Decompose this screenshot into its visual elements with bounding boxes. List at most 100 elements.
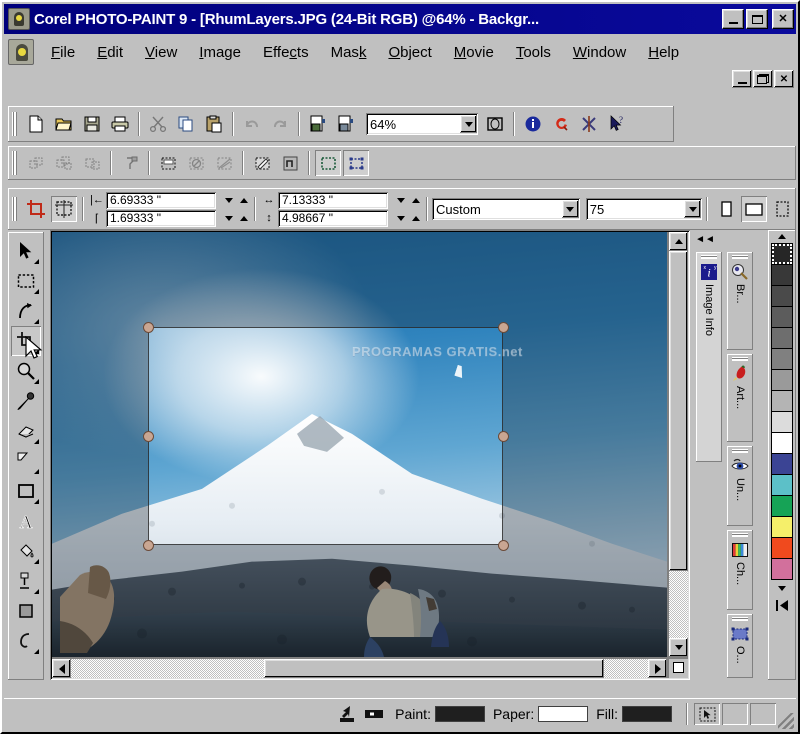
mdi-minimize-button[interactable] — [732, 70, 752, 88]
palette-swatch-1[interactable] — [771, 264, 793, 286]
docker-grip[interactable] — [732, 449, 748, 454]
mask-rectangle-tool[interactable] — [11, 266, 41, 296]
paint-color-swatch[interactable] — [434, 706, 485, 722]
hscroll-left-button[interactable] — [52, 659, 71, 678]
crop-width-field[interactable]: 7.13333 " — [278, 191, 388, 209]
spin-up-icon[interactable] — [409, 194, 422, 207]
mask-node-edit-icon[interactable] — [343, 150, 369, 176]
save-floppy-icon[interactable] — [79, 111, 105, 137]
crop-preset-arrow[interactable] — [561, 200, 579, 218]
crop-handle-bottom-right[interactable] — [498, 540, 509, 551]
docker-channels[interactable]: Ch... — [727, 530, 753, 610]
palette-swatch-12[interactable] — [771, 495, 793, 517]
palette-swatch-3[interactable] — [771, 306, 793, 328]
menu-image[interactable]: Image — [188, 41, 252, 64]
undo-icon[interactable] — [239, 111, 265, 137]
spin-down-icon[interactable] — [222, 212, 235, 225]
crop-handle-top-left[interactable] — [143, 322, 154, 333]
navigator-popup-icon[interactable] — [673, 662, 684, 673]
palette-swatch-4[interactable] — [771, 327, 793, 349]
crop-resolution-arrow[interactable] — [684, 200, 701, 218]
fill-color-swatch[interactable] — [622, 706, 672, 722]
spin-up-icon[interactable] — [237, 194, 250, 207]
palette-swatch-5[interactable] — [771, 348, 793, 370]
crop-height-spinner[interactable] — [394, 212, 422, 225]
import-icon[interactable] — [305, 111, 331, 137]
docker-artistic-media[interactable]: Art... — [727, 354, 753, 442]
zoom-dropdown-arrow[interactable] — [460, 115, 477, 133]
paint-on-mask-icon[interactable] — [249, 150, 275, 176]
mask-invert-icon[interactable] — [211, 150, 237, 176]
crop-handle-top-right[interactable] — [498, 322, 509, 333]
info-icon[interactable] — [520, 111, 546, 137]
hscroll-thumb[interactable] — [264, 659, 604, 678]
landscape-icon[interactable] — [741, 196, 767, 222]
path-tool[interactable] — [11, 626, 41, 656]
crop-position-y-spinner[interactable] — [222, 212, 250, 225]
status-indicator-2[interactable] — [722, 703, 748, 725]
crop-resolution-combo[interactable]: 75 — [585, 198, 702, 220]
menu-edit[interactable]: Edit — [86, 41, 134, 64]
palette-swatch-2[interactable] — [771, 285, 793, 307]
docker-grip[interactable] — [732, 533, 748, 538]
crop-handle-bottom-left[interactable] — [143, 540, 154, 551]
minimize-button[interactable] — [722, 9, 744, 29]
palette-swatch-15[interactable] — [771, 558, 793, 580]
palette-swatch-7[interactable] — [771, 390, 793, 412]
new-icon[interactable] — [23, 111, 49, 137]
mask-overlay-icon[interactable] — [277, 150, 303, 176]
print-icon[interactable] — [107, 111, 133, 137]
object-pick-icon[interactable] — [23, 150, 49, 176]
mask-remove-icon[interactable] — [183, 150, 209, 176]
palette-swatch-10[interactable] — [771, 453, 793, 475]
crop-width-spinner[interactable] — [394, 194, 422, 207]
vscroll-up-button[interactable] — [669, 232, 688, 251]
eyedropper-tool[interactable] — [11, 386, 41, 416]
spin-down-icon[interactable] — [394, 212, 407, 225]
menu-effects[interactable]: Effects — [252, 41, 320, 64]
maximize-button[interactable] — [746, 9, 768, 29]
scrapbook-icon[interactable] — [576, 111, 602, 137]
docker-image-info[interactable]: i x y Image Info — [696, 252, 722, 462]
mask-transform-tool[interactable] — [11, 296, 41, 326]
property-bar-grip[interactable] — [12, 197, 18, 221]
zoom-to-fit-icon[interactable] — [482, 111, 508, 137]
crop-preset-combo[interactable]: Custom — [432, 198, 580, 220]
paper-color-swatch[interactable] — [538, 706, 589, 722]
open-folder-icon[interactable] — [51, 111, 77, 137]
palette-scroll-down-icon[interactable] — [778, 582, 786, 595]
crop-handle-middle-left[interactable] — [143, 431, 154, 442]
text-tool[interactable]: A — [11, 506, 41, 536]
resize-grip[interactable] — [778, 713, 794, 729]
mdi-restore-button[interactable] — [753, 70, 773, 88]
eraser-tool[interactable] — [11, 416, 41, 446]
menu-help[interactable]: Help — [637, 41, 690, 64]
docker-grip[interactable] — [701, 255, 717, 260]
mask-marquee-icon[interactable] — [315, 150, 341, 176]
palette-scroll-up-icon[interactable] — [778, 230, 786, 243]
docker-objects[interactable]: O... — [727, 614, 753, 678]
docker-grip[interactable] — [732, 617, 748, 622]
crop-position-x-spinner[interactable] — [222, 194, 250, 207]
palette-swatch-9[interactable] — [771, 432, 793, 454]
palette-swatch-6[interactable] — [771, 369, 793, 391]
corel-tutor-icon[interactable] — [548, 111, 574, 137]
crop-tool[interactable] — [11, 326, 43, 359]
docker-brush-settings[interactable]: Br... — [727, 252, 753, 350]
menu-view[interactable]: View — [134, 41, 188, 64]
vscroll-thumb[interactable] — [669, 251, 688, 571]
redo-icon[interactable] — [267, 111, 293, 137]
palette-swatch-11[interactable] — [771, 474, 793, 496]
status-indicator-3[interactable] — [750, 703, 776, 725]
crop-height-field[interactable]: 4.98667 " — [278, 209, 388, 227]
pick-tool[interactable] — [11, 236, 41, 266]
palette-swatch-14[interactable] — [771, 537, 793, 559]
docker-undo[interactable]: Un... — [727, 446, 753, 526]
whats-this-help-icon[interactable]: ? — [604, 111, 630, 137]
object-combine-icon[interactable] — [79, 150, 105, 176]
document-icon[interactable] — [8, 39, 34, 65]
palette-swatch-8[interactable] — [771, 411, 793, 433]
spin-down-icon[interactable] — [222, 194, 235, 207]
zoom-tool[interactable] — [11, 356, 41, 386]
object-transparency-tool[interactable] — [11, 596, 41, 626]
